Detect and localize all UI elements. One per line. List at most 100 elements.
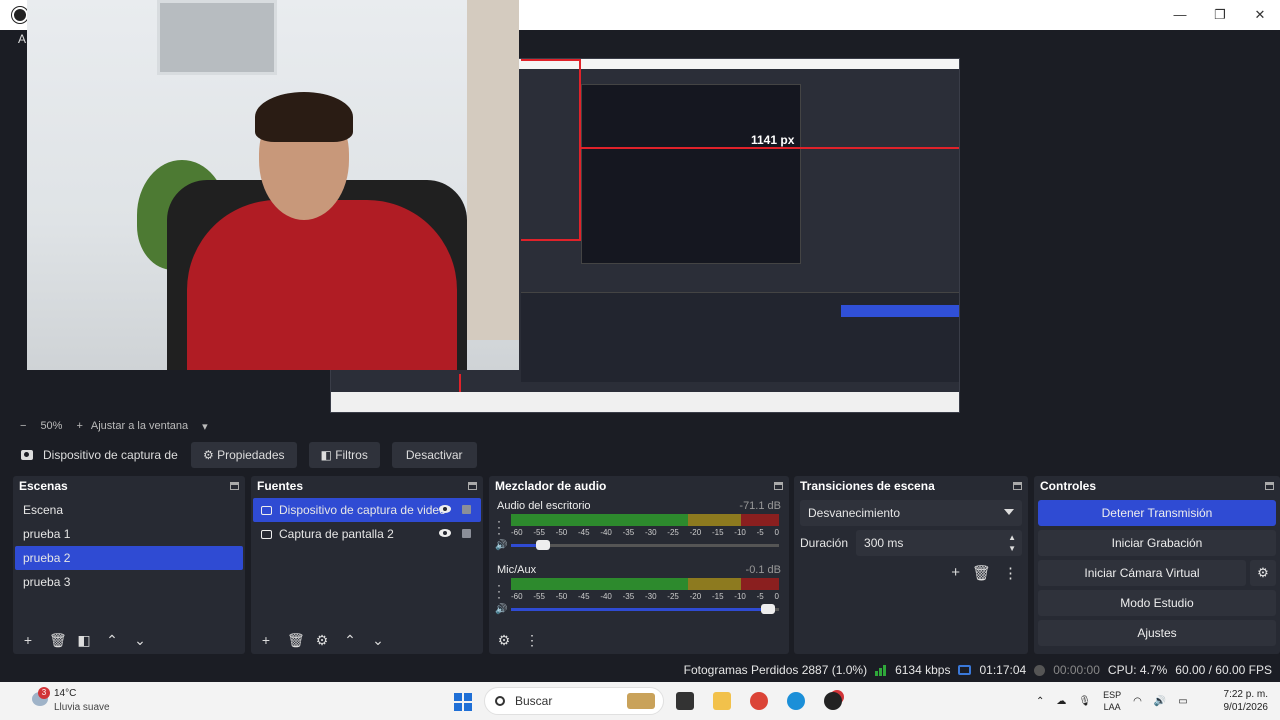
undock-icon[interactable] bbox=[1013, 482, 1022, 490]
speaker-icon[interactable]: 🔊 bbox=[495, 540, 507, 551]
add-icon[interactable]: + bbox=[21, 632, 35, 648]
studio-mode-button[interactable]: Modo Estudio bbox=[1038, 590, 1276, 616]
zoom-level: 50% bbox=[40, 420, 63, 432]
keyboard-layout: LAA bbox=[1103, 702, 1121, 712]
sources-dock: Fuentes Dispositivo de captura de video … bbox=[251, 476, 483, 654]
trash-icon[interactable]: 🗑 bbox=[972, 564, 991, 582]
maximize-button[interactable]: ❐ bbox=[1200, 0, 1240, 30]
file-explorer-icon[interactable] bbox=[713, 692, 731, 710]
volume-meter bbox=[511, 514, 779, 526]
notification-badge: 3 bbox=[38, 687, 50, 699]
scene-item-prueba-1[interactable]: prueba 1 bbox=[15, 522, 243, 546]
meter-ticks: -60 -55 -50 -45 -40 -35 -30 -25 -20 -15 -10 -5 0 bbox=[511, 528, 779, 537]
spinner-icon[interactable]: ▲ ▼ bbox=[1008, 532, 1016, 554]
add-icon[interactable]: + bbox=[951, 564, 960, 582]
properties-button[interactable]: ⚙ Propiedades bbox=[191, 442, 297, 468]
task-view-icon[interactable] bbox=[676, 692, 694, 710]
zoom-dropdown-icon[interactable]: ▾ bbox=[202, 420, 208, 433]
wifi-icon[interactable]: ◠ bbox=[1133, 696, 1142, 707]
onedrive-icon[interactable]: ☁ bbox=[1056, 696, 1066, 707]
webcam-door bbox=[467, 0, 519, 340]
filter-icon[interactable]: ◧ bbox=[77, 632, 91, 649]
deactivate-button[interactable]: Desactivar bbox=[391, 442, 477, 468]
microphone-icon[interactable]: 🎙 bbox=[1078, 696, 1091, 707]
weather-description[interactable]: Lluvia suave bbox=[54, 702, 110, 713]
properties-label: Propiedades bbox=[217, 448, 285, 462]
captured-stop-button bbox=[841, 305, 959, 317]
zoom-out-button[interactable]: − bbox=[20, 420, 26, 432]
arrow-down-icon[interactable]: ⌄ bbox=[133, 632, 147, 649]
lock-icon[interactable] bbox=[462, 505, 471, 514]
undock-icon[interactable] bbox=[230, 482, 239, 490]
start-virtual-camera-button[interactable]: Iniciar Cámara Virtual bbox=[1038, 560, 1246, 586]
gear-icon[interactable]: ⚙ bbox=[1250, 560, 1276, 586]
chevron-up-icon[interactable]: ⌃ bbox=[1036, 696, 1044, 707]
gear-icon: ⚙ bbox=[203, 448, 214, 462]
scene-item-prueba-2[interactable]: prueba 2 bbox=[15, 546, 243, 570]
transition-actions: + 🗑 ⋮ bbox=[804, 564, 1018, 582]
transition-select[interactable]: Desvanecimiento bbox=[800, 500, 1022, 526]
windows-start-icon[interactable] bbox=[454, 693, 472, 711]
zoom-in-button[interactable]: + bbox=[76, 420, 82, 432]
kebab-menu-icon[interactable]: · · · bbox=[497, 579, 501, 603]
trash-icon[interactable]: 🗑 bbox=[287, 632, 305, 649]
search-highlight-icon bbox=[627, 693, 655, 709]
taskbar-search[interactable]: Buscar bbox=[484, 687, 664, 715]
source-toolbar: Dispositivo de captura de v ⚙ Propiedade… bbox=[0, 438, 1280, 472]
clock[interactable]: 7:22 p. m. 9/01/2026 bbox=[1224, 688, 1269, 714]
undock-icon[interactable] bbox=[1265, 482, 1274, 490]
close-button[interactable]: ✕ bbox=[1240, 0, 1280, 30]
settings-button[interactable]: Ajustes bbox=[1038, 620, 1276, 646]
scene-item-escena[interactable]: Escena bbox=[15, 498, 243, 522]
preview-canvas[interactable]: 1141 px bbox=[0, 0, 1280, 416]
clock-time: 7:22 p. m. bbox=[1223, 689, 1268, 700]
scene-item-prueba-3[interactable]: prueba 3 bbox=[15, 570, 243, 594]
clock-date: 9/01/2026 bbox=[1223, 702, 1269, 713]
start-recording-button[interactable]: Iniciar Grabación bbox=[1038, 530, 1276, 556]
measure-line bbox=[581, 147, 959, 149]
weather-temperature[interactable]: 14°C bbox=[54, 688, 76, 699]
mixer-track-desktop: Audio del escritorio -71.1 dB · · · -60 -55… bbox=[489, 496, 789, 560]
kebab-menu-icon[interactable]: ⋮ bbox=[525, 632, 539, 649]
camera-icon bbox=[261, 505, 272, 515]
volume-slider[interactable] bbox=[511, 604, 779, 614]
webcam-source[interactable] bbox=[27, 0, 519, 370]
speaker-icon[interactable]: 🔊 bbox=[495, 604, 507, 615]
undock-icon[interactable] bbox=[468, 482, 477, 490]
stream-icon bbox=[958, 665, 972, 675]
arrow-up-icon[interactable]: ⌃ bbox=[343, 632, 357, 649]
language-indicator[interactable]: ESP LAA bbox=[1103, 689, 1121, 713]
visibility-eye-icon[interactable] bbox=[439, 505, 451, 513]
kebab-menu-icon[interactable]: ⋮ bbox=[1003, 564, 1018, 582]
source-item-video-capture[interactable]: Dispositivo de captura de video bbox=[253, 498, 481, 522]
selected-source-name: Dispositivo de captura de v bbox=[43, 448, 179, 462]
fit-window-label[interactable]: Ajustar a la ventana bbox=[91, 420, 188, 432]
lock-icon[interactable] bbox=[462, 529, 471, 538]
webcam-window bbox=[157, 0, 277, 75]
source-item-screen-capture[interactable]: Captura de pantalla 2 bbox=[253, 522, 481, 546]
visibility-eye-icon[interactable] bbox=[439, 529, 451, 537]
filters-button[interactable]: ◧ Filtros bbox=[308, 442, 380, 468]
volume-icon[interactable]: 🔊 bbox=[1154, 696, 1166, 707]
kebab-menu-icon[interactable]: · · · bbox=[497, 515, 501, 539]
edge-icon[interactable] bbox=[787, 692, 805, 710]
battery-icon[interactable]: ▭ bbox=[1178, 696, 1187, 707]
arrow-down-icon[interactable]: ⌄ bbox=[371, 632, 385, 649]
stop-streaming-button[interactable]: Detener Transmisión bbox=[1038, 500, 1276, 526]
window-controls: — ❐ ✕ bbox=[1160, 0, 1280, 30]
arrow-up-icon[interactable]: ⌃ bbox=[105, 632, 119, 649]
minimize-button[interactable]: — bbox=[1160, 0, 1200, 30]
bitrate: 6134 kbps bbox=[895, 663, 951, 677]
obs-taskbar-icon[interactable] bbox=[824, 692, 842, 710]
controls-title: Controles bbox=[1040, 479, 1097, 493]
undock-icon[interactable] bbox=[774, 482, 783, 490]
duration-input[interactable]: 300 ms ▲ ▼ bbox=[856, 530, 1022, 556]
trash-icon[interactable]: 🗑 bbox=[49, 632, 67, 649]
transitions-title: Transiciones de escena bbox=[800, 479, 935, 493]
chrome-icon[interactable] bbox=[750, 692, 768, 710]
gear-icon[interactable]: ⚙ bbox=[315, 632, 329, 649]
menu-item-file[interactable]: A bbox=[18, 32, 26, 46]
volume-slider[interactable] bbox=[511, 540, 779, 550]
add-icon[interactable]: + bbox=[259, 632, 273, 648]
gear-icon[interactable]: ⚙ bbox=[497, 632, 511, 649]
